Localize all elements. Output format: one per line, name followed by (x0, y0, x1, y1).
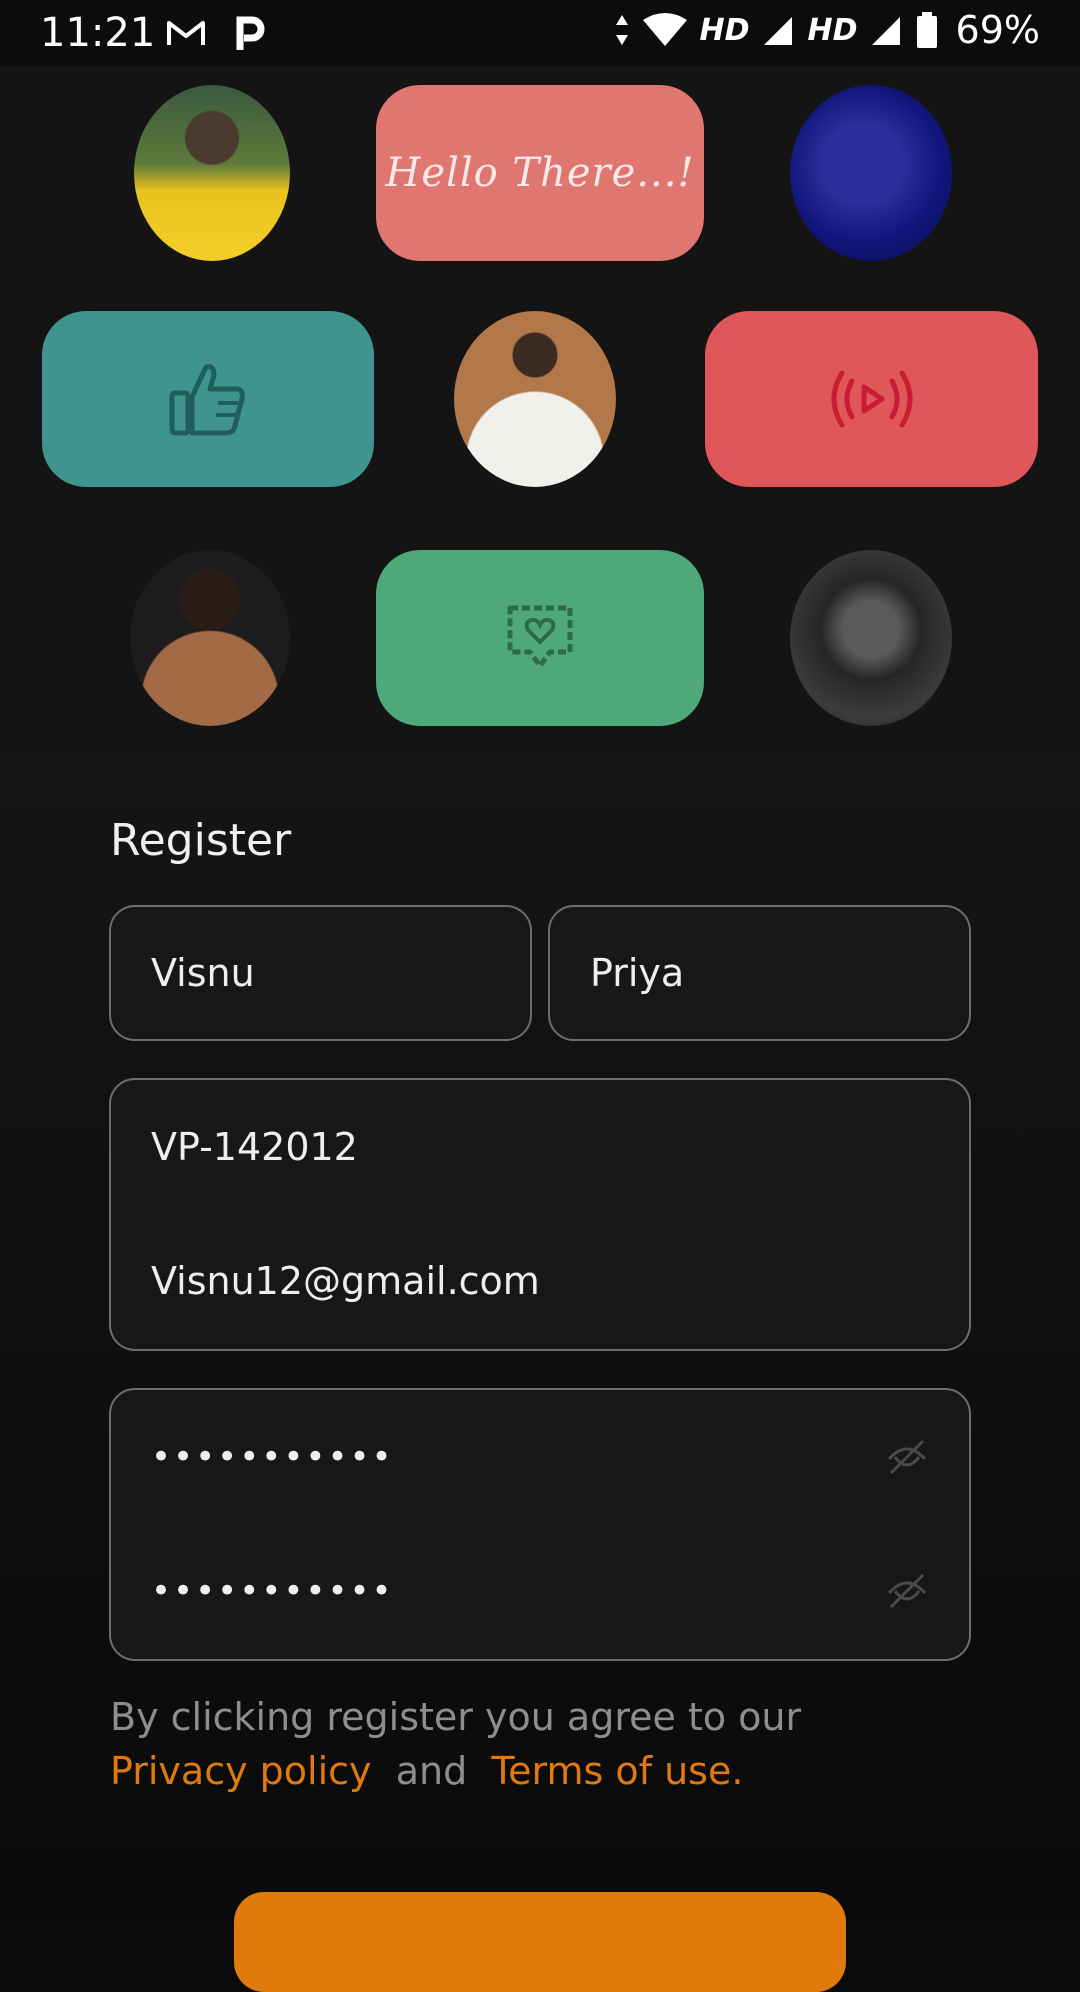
broadcast-tile (705, 311, 1038, 487)
broadcast-icon (831, 370, 912, 428)
avatar-woman-smiling-bw (790, 550, 952, 726)
confirm-password-field[interactable]: ••••••••••• (109, 1523, 971, 1661)
first-name-field[interactable]: Visnu (109, 905, 532, 1041)
status-time: 11:21 (40, 10, 156, 56)
hello-there-tile: Hello There...! (376, 85, 704, 261)
data-arrows-icon (615, 15, 628, 45)
gmail-icon (167, 21, 205, 45)
eye-off-icon-2[interactable] (885, 1571, 929, 1611)
signal-icon-2 (871, 17, 900, 45)
privacy-policy-link[interactable]: Privacy policy (110, 1749, 372, 1793)
avatar-man-white-shirt (454, 311, 616, 487)
network-type-label: HD (699, 12, 750, 48)
system-icons: HD HD 69% (614, 8, 1040, 52)
consent-and: and (395, 1749, 468, 1793)
confirm-password-value: ••••••••••• (151, 1571, 394, 1611)
avatar-woman-brown-top (130, 550, 290, 726)
consent-prefix: By clicking register you agree to our (110, 1695, 802, 1739)
paytm-icon (236, 16, 265, 50)
battery-icon (916, 12, 937, 48)
consent-text: By clicking register you agree to our Pr… (110, 1690, 990, 1798)
first-name-value: Visnu (151, 951, 255, 995)
avatar-woman-yellow-dress (134, 85, 290, 261)
email-value: Visnu12@gmail.com (151, 1259, 540, 1303)
password-value: ••••••••••• (151, 1436, 394, 1477)
network-type-label-2: HD (807, 12, 858, 48)
signal-icon (763, 17, 792, 45)
password-field[interactable]: ••••••••••• (109, 1388, 971, 1525)
eye-off-icon[interactable] (885, 1437, 929, 1477)
terms-of-use-link[interactable]: Terms of use. (491, 1749, 743, 1793)
wifi-icon (642, 13, 687, 46)
thumbs-up-icon (169, 364, 245, 436)
like-tile (42, 311, 374, 487)
heart-message-icon (507, 605, 573, 669)
status-bar: 11:21 HD HD 69% (0, 0, 1080, 66)
last-name-value: Priya (590, 951, 685, 995)
user-id-field[interactable]: VP-142012 (109, 1078, 971, 1215)
email-field[interactable]: Visnu12@gmail.com (109, 1213, 971, 1351)
hello-there-text: Hello There...! (385, 150, 695, 196)
avatar-woman-blue-light (790, 85, 952, 261)
love-message-tile (376, 550, 704, 726)
notification-icons (166, 14, 266, 52)
user-id-value: VP-142012 (151, 1124, 358, 1169)
battery-percent: 69% (955, 8, 1040, 52)
register-button[interactable] (234, 1892, 846, 1992)
last-name-field[interactable]: Priya (548, 905, 971, 1041)
page-title: Register (110, 815, 292, 866)
